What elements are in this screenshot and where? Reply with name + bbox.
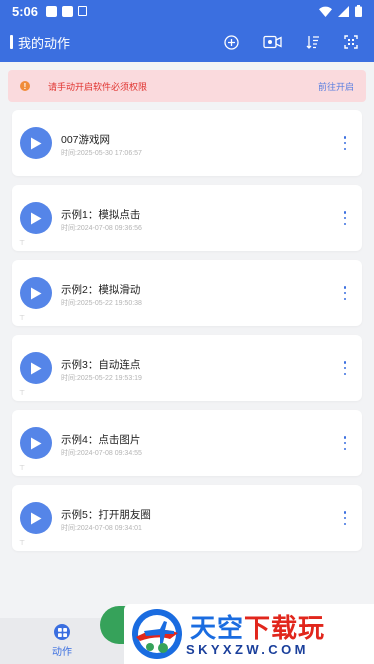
pin-icon: ⊤ [19,540,26,547]
app-bar: 我的动作 [0,22,374,62]
action-time: 时间:2025-05-30 17:06:57 [61,150,142,157]
watermark-url: SKYXZW.COM [186,642,309,657]
play-icon [31,137,42,149]
action-time: 时间:2024-07-08 09:34:01 [61,525,142,532]
pin-icon: ⊤ [19,465,26,472]
site-logo [132,609,182,659]
pin-icon: ⊤ [19,315,26,322]
play-button[interactable] [20,427,52,459]
play-icon [31,287,42,299]
play-icon [31,437,42,449]
action-card[interactable]: 007游戏网时间:2025-05-30 17:06:57 [12,110,362,176]
action-card[interactable]: 示例1：模拟点击时间:2024-07-08 09:36:56 ⊤ [12,185,362,251]
action-title: 007游戏网 [61,134,111,146]
tab-actions-label: 动作 [52,647,72,658]
more-options-icon[interactable] [342,361,348,375]
pin-icon: ⊤ [19,390,26,397]
title-accent-bar [10,35,13,49]
notification-icon [78,5,88,16]
action-title: 示例3：自动连点 [61,359,141,371]
action-time: 时间:2025-05-22 19:53:19 [61,375,142,382]
play-button[interactable] [20,127,52,159]
status-notification-icons [46,5,88,17]
action-card[interactable]: 示例4：点击图片时间:2024-07-08 09:34:55 ⊤ [12,410,362,476]
alert-icon: ! [20,81,30,91]
status-system-icons [319,5,362,17]
action-title: 示例1：模拟点击 [61,209,141,221]
page-title: 我的动作 [18,35,71,51]
status-time: 5:06 [12,3,39,19]
watermark-title-red: 下载玩 [244,613,326,643]
tab-actions[interactable]: 动作 [44,624,80,658]
notification-icon [46,5,58,17]
watermark: 天空下载玩 SKYXZW.COM [124,604,374,664]
action-card[interactable]: 示例3：自动连点时间:2025-05-22 19:53:19 ⊤ [12,335,362,401]
record-video-icon[interactable] [263,35,282,49]
more-options-icon[interactable] [342,211,348,225]
watermark-title-blue: 天空 [190,613,245,643]
play-button[interactable] [20,277,52,309]
battery-icon [355,5,362,17]
signal-icon [338,5,349,17]
play-icon [31,512,42,524]
action-time: 时间:2025-05-22 19:50:38 [61,300,142,307]
action-time: 时间:2024-07-08 09:36:56 [61,225,142,232]
notification-icon [62,5,74,17]
more-options-icon[interactable] [342,286,348,300]
action-card[interactable]: 示例5：打开朋友圈时间:2024-07-08 09:34:01 ⊤ [12,485,362,551]
permission-warning-banner: ! 请手动开启软件必须权限 前往开启 [8,70,366,102]
open-permission-link[interactable]: 前往开启 [318,80,354,93]
play-button[interactable] [20,202,52,234]
warning-text: 请手动开启软件必须权限 [48,81,148,92]
pin-icon: ⊤ [19,240,26,247]
action-title: 示例4：点击图片 [61,434,141,446]
scan-icon[interactable] [344,35,358,49]
more-options-icon[interactable] [342,136,348,150]
status-bar: 5:06 [0,0,374,22]
grid-icon [54,624,70,640]
play-button[interactable] [20,502,52,534]
more-options-icon[interactable] [342,436,348,450]
action-title: 示例2：模拟滑动 [61,284,141,296]
play-icon [31,212,42,224]
app-bar-actions [224,34,364,50]
action-title: 示例5：打开朋友圈 [61,509,151,521]
watermark-title: 天空下载玩 [190,608,325,645]
action-card[interactable]: 示例2：模拟滑动时间:2025-05-22 19:50:38 ⊤ [12,260,362,326]
wifi-icon [319,6,332,17]
add-circle-icon[interactable] [224,34,239,50]
sort-icon[interactable] [306,35,320,49]
play-icon [31,362,42,374]
play-button[interactable] [20,352,52,384]
more-options-icon[interactable] [342,511,348,525]
action-time: 时间:2024-07-08 09:34:55 [61,450,142,457]
